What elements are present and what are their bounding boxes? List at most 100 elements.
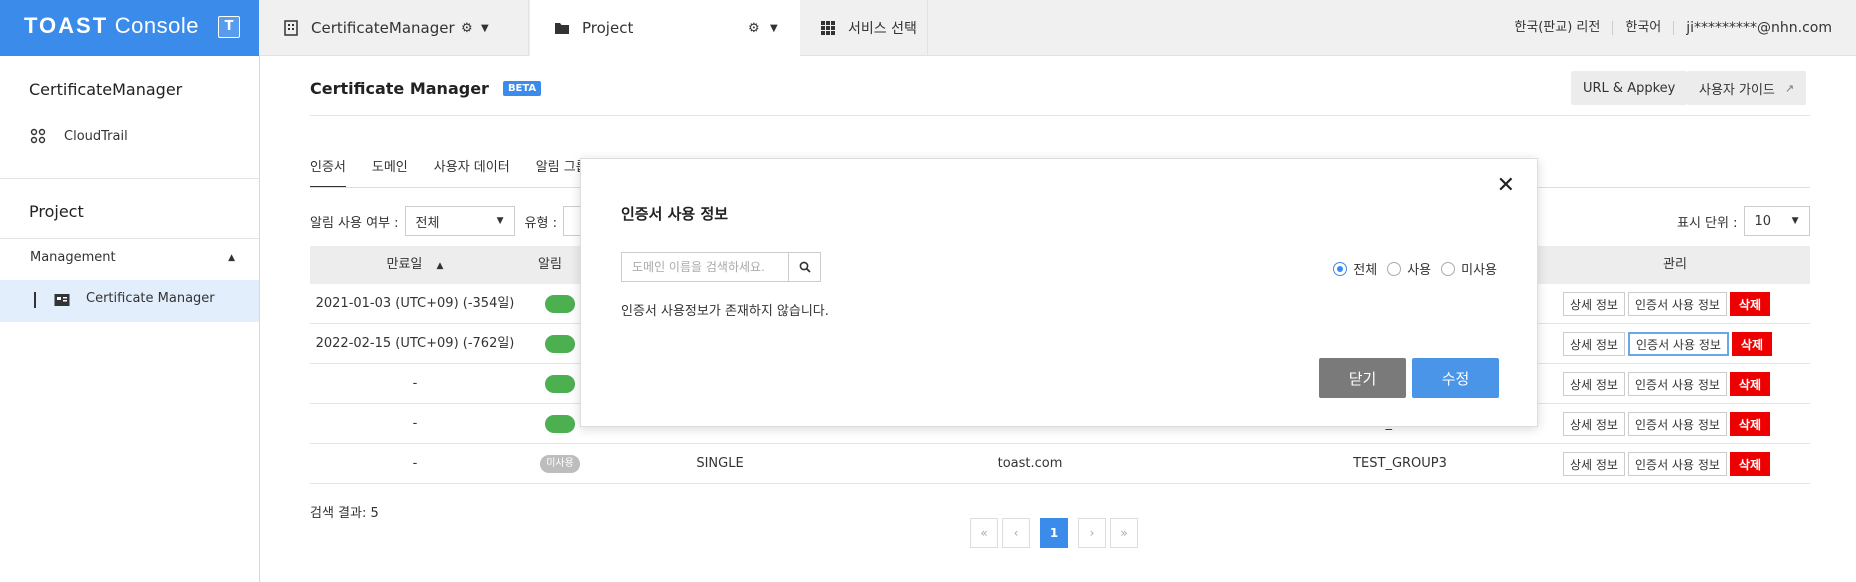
detail-button[interactable]: 상세 정보: [1563, 292, 1625, 316]
gear-icon[interactable]: ⚙: [461, 21, 473, 36]
pagination: « ‹ 1 › »: [970, 518, 1138, 548]
usage-info-button[interactable]: 인증서 사용 정보: [1627, 452, 1727, 476]
tab-service-select[interactable]: 서비스 선택: [800, 0, 928, 56]
user-guide-button[interactable]: 사용자 가이드 ↗: [1687, 71, 1807, 105]
expiry-cell: 2022-02-15 (UTC+09) (-762일): [315, 336, 515, 351]
delete-button[interactable]: 삭제: [1729, 412, 1770, 436]
delete-button[interactable]: 삭제: [1729, 372, 1770, 396]
alarm-status-badge: [545, 334, 575, 353]
close-button[interactable]: 닫기: [1319, 358, 1406, 398]
empty-message: 인증서 사용정보가 존재하지 않습니다.: [621, 304, 829, 319]
row-actions: 상세 정보 인증서 사용 정보 삭제: [1563, 372, 1770, 396]
detail-button[interactable]: 상세 정보: [1563, 412, 1625, 436]
radio-all-label: 전체: [1353, 263, 1378, 278]
usage-info-button[interactable]: 인증서 사용 정보: [1627, 292, 1727, 316]
radio-button[interactable]: [1441, 261, 1456, 276]
expiry-cell: -: [412, 376, 418, 391]
alarm-filter-label: 알림 사용 여부 :: [310, 215, 399, 231]
sidebar-item-cloudtrail[interactable]: CloudTrail: [30, 128, 128, 144]
radio-unused[interactable]: 미사용: [1441, 259, 1497, 278]
edit-button[interactable]: 수정: [1412, 358, 1499, 398]
url-appkey-button[interactable]: URL & Appkey: [1571, 71, 1688, 105]
detail-button[interactable]: 상세 정보: [1563, 372, 1625, 396]
domain-search-input[interactable]: [621, 252, 789, 282]
radio-button-selected[interactable]: [1333, 261, 1348, 276]
user-guide-label: 사용자 가이드: [1699, 82, 1775, 98]
display-unit-label: 표시 단위 :: [1677, 215, 1738, 231]
gear-icon[interactable]: ⚙: [748, 21, 760, 36]
search-button[interactable]: [789, 252, 821, 282]
language-selector[interactable]: 한국어: [1613, 21, 1675, 35]
column-alarm: 알림: [538, 257, 562, 272]
alarm-filter: 알림 사용 여부 : 전체 ▼ 유형 :: [310, 206, 593, 236]
sidebar-section-title: CertificateManager: [29, 80, 183, 99]
tab-project[interactable]: Project ⚙ ▼: [530, 0, 800, 56]
user-account[interactable]: ji*********@nhn.com: [1674, 21, 1832, 35]
display-unit-value: 10: [1754, 213, 1772, 229]
alarm-status-badge: [545, 414, 575, 433]
display-unit-select[interactable]: 10 ▼: [1743, 206, 1810, 236]
region-selector[interactable]: 한국(판교) 리전: [1502, 21, 1614, 35]
alarm-filter-select[interactable]: 전체 ▼: [404, 206, 515, 236]
type-cell: SINGLE: [696, 456, 744, 471]
chevron-down-icon[interactable]: ▼: [481, 23, 489, 34]
row-actions: 상세 정보 인증서 사용 정보 삭제: [1563, 332, 1772, 356]
radio-used-label: 사용: [1407, 263, 1432, 278]
radio-all[interactable]: 전체: [1333, 259, 1377, 278]
row-actions: 상세 정보 인증서 사용 정보 삭제: [1563, 292, 1770, 316]
search-icon: [799, 261, 811, 273]
alarm-cell: 미사용: [520, 444, 600, 484]
domain-search: [621, 252, 821, 282]
expiry-cell: -: [412, 416, 418, 431]
certificate-usage-modal: ✕ 인증서 사용 정보 전체 사용 미사용 인증서 사용정보가 존재하지 않습니…: [580, 158, 1538, 427]
delete-button[interactable]: 삭제: [1729, 452, 1770, 476]
top-navigation-bar: TOAST Console T CertificateManager ⚙ ▼ P…: [0, 0, 1856, 56]
display-unit: 표시 단위 : 10 ▼: [1677, 206, 1810, 236]
page-number-button[interactable]: 1: [1040, 518, 1068, 548]
tab-certificate[interactable]: 인증서: [310, 156, 346, 188]
radio-button[interactable]: [1387, 261, 1402, 276]
expiry-cell: -: [412, 456, 418, 471]
next-page-button[interactable]: ›: [1078, 518, 1106, 548]
radio-used[interactable]: 사용: [1387, 259, 1431, 278]
alarm-status-badge: [545, 374, 575, 393]
sort-icon[interactable]: ▲: [437, 261, 444, 271]
column-manage: 관리: [1663, 257, 1687, 272]
sidebar-project-title: Project: [29, 202, 84, 221]
usage-info-button[interactable]: 인증서 사용 정보: [1627, 372, 1727, 396]
tab-user-data[interactable]: 사용자 데이터: [434, 156, 510, 188]
delete-button[interactable]: 삭제: [1729, 292, 1770, 316]
sidebar-item-certificate-manager[interactable]: Certificate Manager: [0, 280, 259, 322]
detail-button[interactable]: 상세 정보: [1563, 452, 1625, 476]
org-switch-button[interactable]: T: [218, 16, 240, 38]
certificate-card-icon: [54, 293, 70, 311]
chevron-down-icon[interactable]: ▼: [770, 23, 778, 34]
prev-page-button[interactable]: ‹: [1002, 518, 1030, 548]
delete-button[interactable]: 삭제: [1731, 332, 1772, 356]
page-title-text: Certificate Manager: [310, 79, 489, 98]
row-actions: 상세 정보 인증서 사용 정보 삭제: [1563, 412, 1770, 436]
type-filter-label: 유형 :: [524, 215, 557, 231]
tab-domain[interactable]: 도메인: [372, 156, 408, 188]
detail-button[interactable]: 상세 정보: [1563, 332, 1625, 356]
modal-title: 인증서 사용 정보: [621, 205, 729, 223]
usage-info-button[interactable]: 인증서 사용 정보: [1627, 332, 1729, 356]
tab-certificate-manager-label: CertificateManager: [311, 19, 455, 37]
column-expiry-label: 만료일: [386, 257, 423, 272]
usage-info-button[interactable]: 인증서 사용 정보: [1627, 412, 1727, 436]
close-icon[interactable]: ✕: [1497, 173, 1515, 198]
group-cell: TEST_GROUP3: [1353, 456, 1447, 471]
console-logo-area[interactable]: TOAST Console T: [0, 0, 259, 56]
tab-certificate-manager[interactable]: CertificateManager ⚙ ▼: [259, 0, 529, 56]
sidebar-group-management[interactable]: Management ▲: [30, 250, 235, 265]
alarm-status-badge: 미사용: [540, 454, 580, 473]
console-logo[interactable]: TOAST Console: [24, 13, 199, 39]
usage-filter-radios: 전체 사용 미사용: [1333, 259, 1497, 278]
first-page-button[interactable]: «: [970, 518, 998, 548]
alarm-filter-value: 전체: [415, 215, 440, 231]
last-page-button[interactable]: »: [1110, 518, 1138, 548]
folder-icon: [554, 20, 570, 36]
column-expiry[interactable]: 만료일 ▲: [310, 246, 520, 284]
active-indicator: [34, 292, 36, 308]
radio-unused-label: 미사용: [1461, 263, 1497, 278]
